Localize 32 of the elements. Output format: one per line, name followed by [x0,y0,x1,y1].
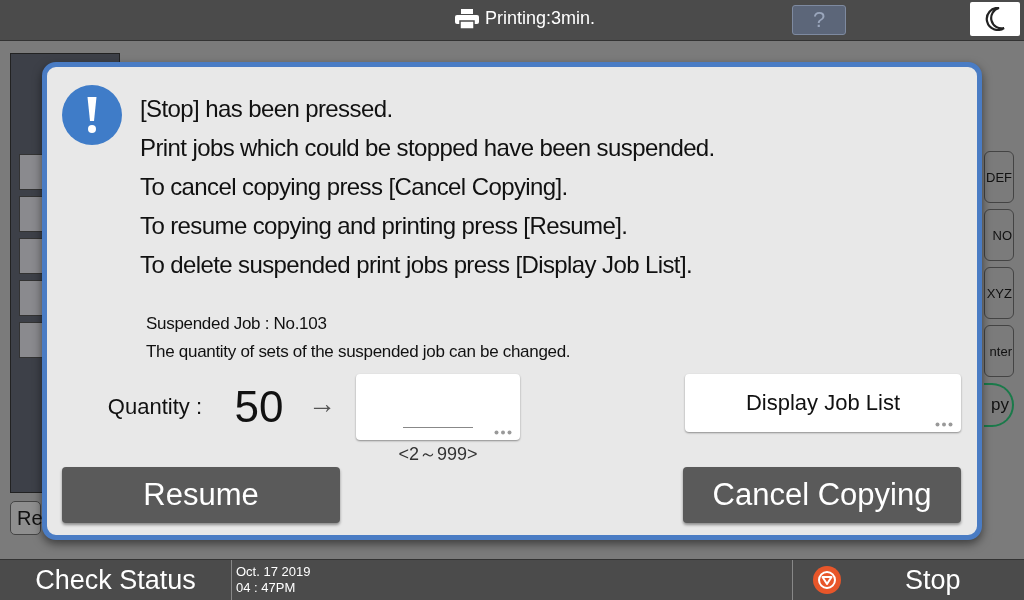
suspended-job-text: Suspended Job : No.103 [146,313,328,335]
round-key[interactable]: py [984,383,1014,427]
arrow-text: → [308,388,336,420]
date-text: Oct. 17 2019 [236,564,312,580]
more-icon [935,422,953,427]
message-line: Print jobs which could be stopped have been suspended. [140,133,715,163]
side-key[interactable]: NO [984,209,1014,261]
display-job-list-button[interactable]: Display Job List [685,374,961,432]
range-text: <2～999> [398,443,478,466]
message-line: To resume copying and printing press [Resume]. [140,211,629,241]
message-line: To delete suspended print jobs press [Display Job List]. [140,250,694,280]
note-text: The quantity of sets of the suspended job can be changed. [146,341,572,363]
printing-status: Printing:3min. [485,8,596,29]
check-status-button[interactable]: Check Status [0,560,232,600]
stop-button[interactable]: Stop [792,560,1024,600]
stop-icon [813,566,841,594]
warning-icon [62,85,122,145]
moon-icon [985,7,1005,31]
side-key[interactable]: DEF [984,151,1014,203]
message-line: To cancel copying press [Cancel Copying]. [140,172,569,202]
more-icon [494,430,512,435]
cancel-copying-button[interactable]: Cancel Copying [683,467,961,523]
quantity-field[interactable] [356,374,520,440]
side-key[interactable]: nter [984,325,1014,377]
printer-icon [455,8,479,29]
quantity-label: Quantity : [106,394,202,420]
quantity-value: 50 [233,382,285,432]
side-key[interactable]: XYZ [984,267,1014,319]
night-mode-button[interactable] [970,2,1020,36]
message-line: [Stop] has been pressed. [140,94,394,124]
time-text: 04 : 47PM [236,580,297,596]
resume-button[interactable]: Resume [62,467,340,523]
